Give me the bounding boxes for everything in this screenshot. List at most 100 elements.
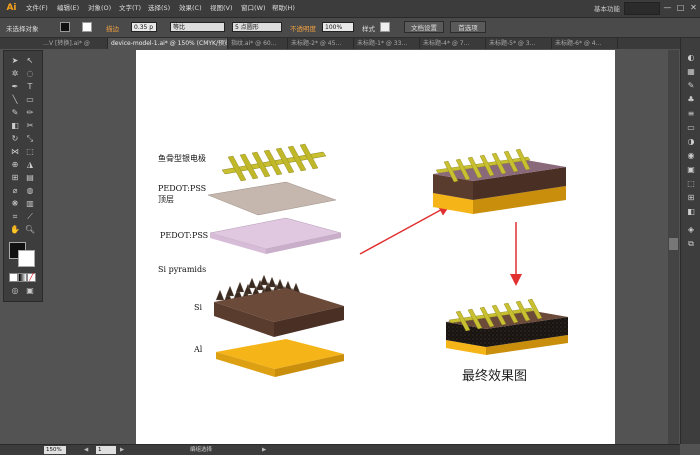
brushes-panel-icon[interactable]: ✎ [685, 80, 697, 91]
arrow-to-assembled [359, 204, 451, 255]
transform-panel-icon[interactable]: ⬚ [685, 178, 697, 189]
tab-document-5[interactable]: 未标题-1* @ 33… [354, 38, 420, 49]
gradient-panel-icon[interactable]: ▭ [685, 122, 697, 133]
shape-builder-icon[interactable]: ⊕ [9, 159, 21, 170]
tab-document-3[interactable]: 指纹.ai* @ 60… [228, 38, 288, 49]
direct-selection-icon[interactable]: ↖ [24, 55, 36, 66]
none-mode-icon[interactable]: ╱ [27, 273, 36, 282]
eraser-icon[interactable]: ◧ [9, 120, 21, 131]
next-artboard-icon[interactable]: ▶ [120, 446, 124, 454]
opacity-label[interactable]: 不透明度 [290, 23, 316, 33]
pencil-icon[interactable]: ✏ [24, 107, 36, 118]
type-tool-icon[interactable]: T [24, 81, 36, 92]
zoom-field[interactable]: 150% [44, 446, 66, 454]
maximize-button[interactable]: □ [675, 2, 686, 13]
stroke-weight-field[interactable]: 0.35 p [131, 22, 157, 32]
selection-tool-icon[interactable]: ➤ [9, 55, 21, 66]
pedot-layer [209, 217, 342, 254]
label-si-pyramids: Si pyramids [158, 265, 207, 274]
label-pedot: PEDOT:PSS [160, 231, 209, 240]
graphic-styles-icon[interactable]: ▣ [685, 164, 697, 175]
eyedropper-icon[interactable]: ⌀ [9, 185, 21, 196]
magic-wand-icon[interactable]: ✲ [9, 68, 21, 79]
tab-document-active[interactable]: device-model-1.ai* @ 150% (CMYK/预览) [108, 38, 228, 49]
control-bar: 未选择对象 描边 0.35 p 等比 5 点圆形 不透明度 100% 样式 文档… [0, 18, 700, 38]
symbols-panel-icon[interactable]: ♣ [685, 94, 697, 105]
artboard-number-field[interactable]: 1 [96, 446, 116, 454]
layers-panel-icon[interactable]: ◈ [685, 224, 697, 235]
app-logo: Ai [6, 3, 17, 13]
scrollbar-thumb[interactable] [669, 238, 678, 250]
appearance-panel-icon[interactable]: ◉ [685, 150, 697, 161]
stroke-color-icon[interactable] [18, 250, 35, 267]
gradient-tool-icon[interactable]: ▤ [24, 172, 36, 183]
slice-tool-icon[interactable]: ⟋ [24, 211, 36, 222]
tab-document-8[interactable]: 未标题-6* @ 4… [552, 38, 618, 49]
menu-effect[interactable]: 效果(C) [179, 3, 202, 14]
free-transform-icon[interactable]: ⬚ [24, 146, 36, 157]
tab-document-1[interactable]: …V [转换].ai* @ [40, 38, 108, 49]
hand-tool-icon[interactable]: ✋ [9, 224, 21, 235]
mesh-tool-icon[interactable]: ⊞ [9, 172, 21, 183]
status-bar: 150% ◀ 1 ▶ 编组选择 ▶ [0, 444, 680, 455]
preferences-button[interactable]: 首选项 [450, 21, 486, 33]
prev-artboard-icon[interactable]: ◀ [84, 446, 88, 454]
graphic-style-swatch[interactable] [380, 22, 390, 32]
menu-view[interactable]: 视图(V) [210, 3, 233, 14]
label-si: Si [194, 303, 203, 312]
status-menu-icon[interactable]: ▶ [262, 446, 266, 454]
label-pedot-top-1: PEDOT:PSS [158, 184, 207, 193]
stroke-panel-icon[interactable]: ≡ [685, 108, 697, 119]
fill-swatch[interactable] [60, 22, 70, 32]
lasso-icon[interactable]: ◌ [24, 68, 36, 79]
gradient-mode-icon[interactable] [18, 273, 27, 282]
right-panel-dock: ◐ ▦ ✎ ♣ ≡ ▭ ◑ ◉ ▣ ⬚ ⊞ ◧ ◈ ⧉ [680, 38, 700, 444]
graph-tool-icon[interactable]: ▥ [24, 198, 36, 209]
stroke-swatch[interactable] [82, 22, 92, 32]
scissors-icon[interactable]: ✂ [24, 120, 36, 131]
menu-select[interactable]: 选择(S) [148, 3, 170, 14]
symbol-sprayer-icon[interactable]: ❋ [9, 198, 21, 209]
minimize-button[interactable]: — [662, 2, 673, 13]
rotate-tool-icon[interactable]: ↻ [9, 133, 21, 144]
screen-mode-icon[interactable]: ▣ [24, 285, 36, 296]
style-label: 样式 [362, 25, 375, 33]
search-input[interactable] [624, 2, 660, 15]
menu-object[interactable]: 对象(O) [88, 3, 111, 14]
menu-type[interactable]: 文字(T) [119, 3, 141, 14]
color-panel-icon[interactable]: ◐ [685, 52, 697, 63]
final-caption: 最终效果图 [462, 369, 528, 384]
color-mode-icon[interactable] [9, 273, 18, 282]
menu-window[interactable]: 窗口(W) [241, 3, 266, 14]
brush-select[interactable]: 5 点圆形 [232, 22, 282, 32]
artboards-panel-icon[interactable]: ⧉ [685, 238, 697, 249]
draw-mode-icon[interactable]: ◎ [9, 285, 21, 296]
zoom-tool-icon[interactable]: 🔍︎ [24, 224, 36, 235]
paintbrush-icon[interactable]: ✎ [9, 107, 21, 118]
opacity-field[interactable]: 100% [322, 22, 354, 32]
rectangle-tool-icon[interactable]: ▭ [24, 94, 36, 105]
transparency-panel-icon[interactable]: ◑ [685, 136, 697, 147]
stroke-label[interactable]: 描边 [106, 23, 119, 33]
line-tool-icon[interactable]: ╲ [9, 94, 21, 105]
width-tool-icon[interactable]: ⋈ [9, 146, 21, 157]
scale-tool-icon[interactable]: ⤡ [24, 133, 36, 144]
workspace-switcher[interactable]: 基本功能 [594, 3, 620, 13]
tab-document-7[interactable]: 未标题-5* @ 3… [486, 38, 552, 49]
artboard-tool-icon[interactable]: ⌗ [9, 211, 21, 222]
pathfinder-panel-icon[interactable]: ◧ [685, 206, 697, 217]
pen-tool-icon[interactable]: ✒ [9, 81, 21, 92]
variable-width-select[interactable]: 等比 [170, 22, 225, 32]
align-panel-icon[interactable]: ⊞ [685, 192, 697, 203]
tab-document-6[interactable]: 未标题-4* @ 7… [420, 38, 486, 49]
menu-help[interactable]: 帮助(H) [272, 3, 295, 14]
tab-document-4[interactable]: 未标题-2* @ 45… [288, 38, 354, 49]
menu-file[interactable]: 文件(F) [26, 3, 48, 14]
document-setup-button[interactable]: 文档设置 [404, 21, 444, 33]
close-button[interactable]: ✕ [688, 2, 699, 13]
menu-edit[interactable]: 编辑(E) [57, 3, 79, 14]
blend-tool-icon[interactable]: ◍ [24, 185, 36, 196]
perspective-grid-icon[interactable]: ◮ [24, 159, 36, 170]
selection-status: 未选择对象 [6, 25, 39, 33]
swatches-panel-icon[interactable]: ▦ [685, 66, 697, 77]
